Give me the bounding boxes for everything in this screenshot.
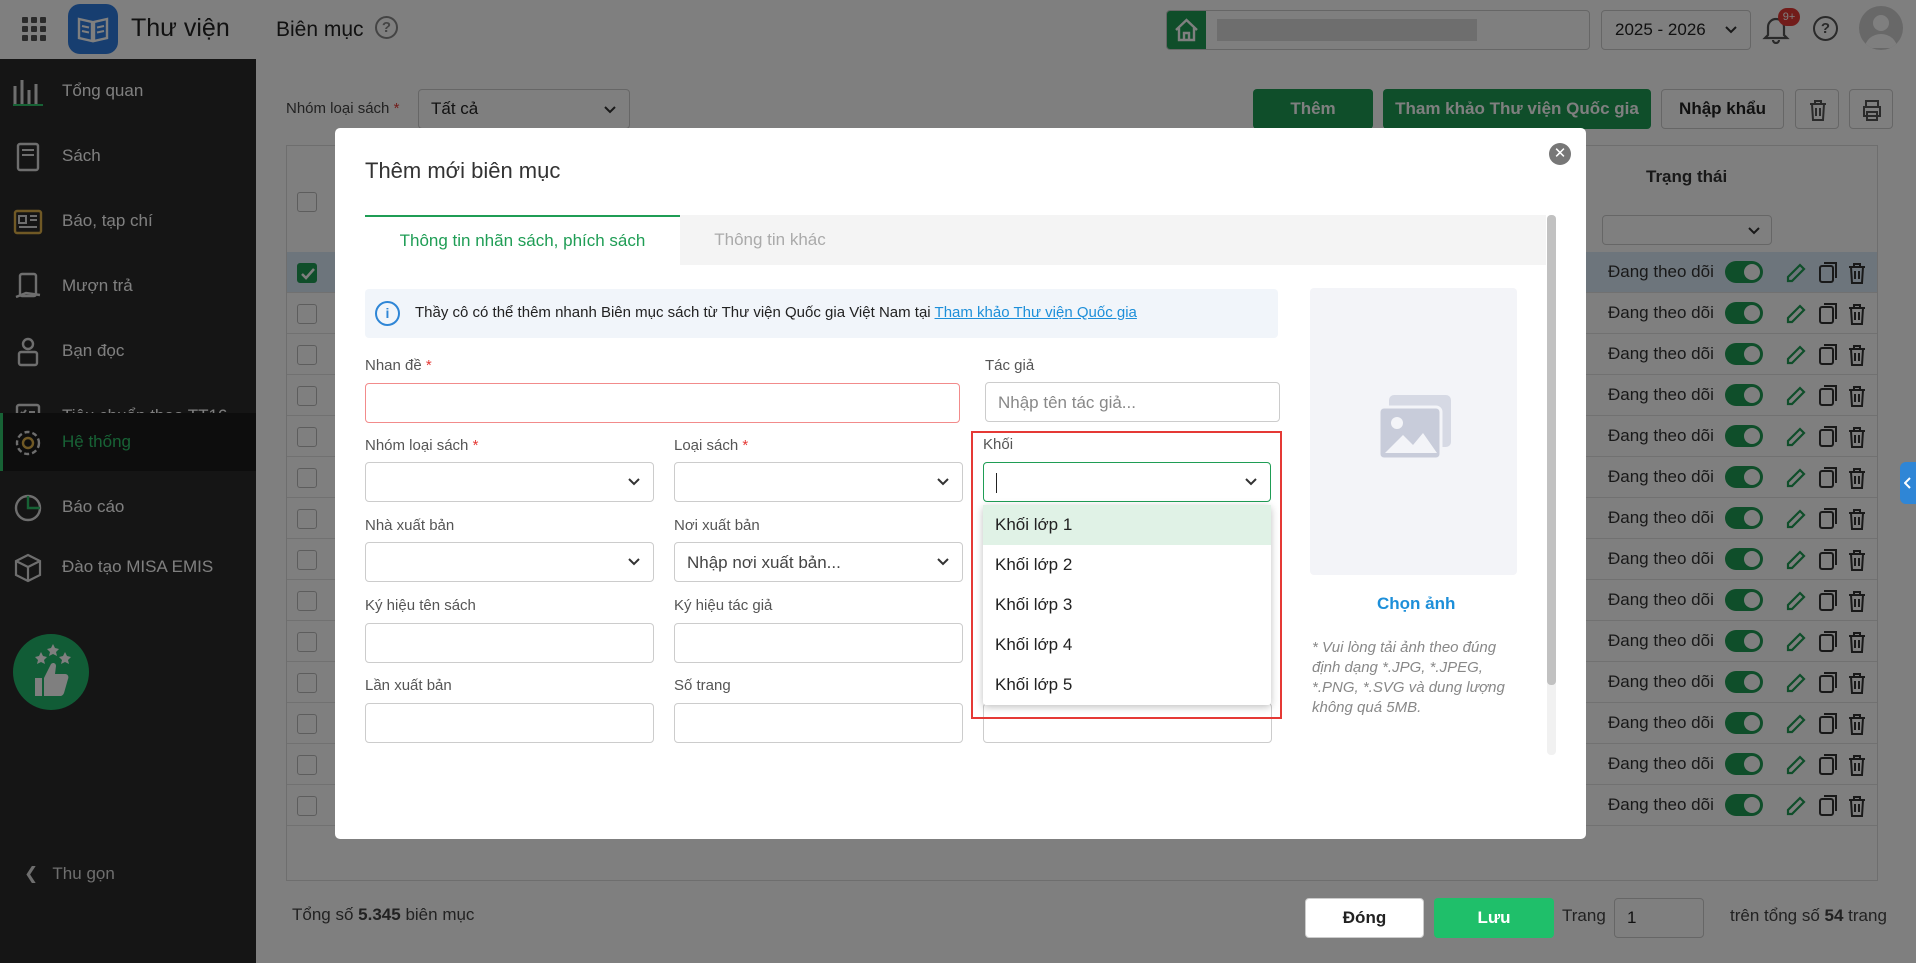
tab-label-info[interactable]: Thông tin nhãn sách, phích sách — [365, 215, 680, 265]
publisher-label: Nhà xuất bản — [365, 517, 455, 534]
author-symbol-input[interactable] — [674, 623, 963, 663]
close-button[interactable]: Đóng — [1305, 898, 1424, 938]
choose-image-link[interactable]: Chọn ảnh — [1377, 594, 1455, 614]
image-placeholder-icon — [1377, 395, 1451, 461]
author-input[interactable]: Nhập tên tác giả... — [985, 382, 1280, 422]
info-text: Thầy cô có thể thêm nhanh Biên mục sách … — [415, 304, 931, 321]
tab-other-info[interactable]: Thông tin khác — [680, 215, 860, 265]
author-symbol-label: Ký hiệu tác giả — [674, 597, 773, 614]
add-catalog-modal: Thêm mới biên mục ✕ Thông tin nhãn sách,… — [335, 128, 1586, 938]
close-icon[interactable]: ✕ — [1549, 143, 1571, 165]
grade-dropdown: Khối lớp 1 Khối lớp 2 Khối lớp 3 Khối lớ… — [983, 505, 1271, 705]
image-note: * Vui lòng tải ảnh theo đúng định dạng *… — [1312, 639, 1505, 716]
place-select[interactable]: Nhập nơi xuất bản... — [674, 542, 963, 582]
modal-title: Thêm mới biên mục — [365, 158, 561, 183]
chevron-left-icon — [1904, 477, 1911, 489]
modal-scrollbar[interactable] — [1547, 215, 1556, 755]
grade-option[interactable]: Khối lớp 4 — [983, 625, 1271, 665]
pages-input[interactable] — [674, 703, 963, 743]
author-label: Tác giả — [985, 357, 1035, 374]
chevron-down-icon — [628, 478, 640, 486]
chevron-down-icon — [628, 558, 640, 566]
text-cursor — [996, 473, 997, 493]
side-panel-toggle[interactable] — [1900, 462, 1916, 504]
type-select[interactable] — [674, 462, 963, 502]
info-banner: i Thầy cô có thể thêm nhanh Biên mục sác… — [365, 289, 1278, 338]
save-button[interactable]: Lưu — [1434, 898, 1554, 938]
grade-select[interactable] — [983, 462, 1271, 502]
book-symbol-label: Ký hiệu tên sách — [365, 597, 476, 614]
place-label: Nơi xuất bản — [674, 517, 760, 534]
chevron-down-icon — [937, 478, 949, 486]
grade-label: Khối — [983, 436, 1014, 453]
book-symbol-input[interactable] — [365, 623, 654, 663]
grade-option[interactable]: Khối lớp 2 — [983, 545, 1271, 585]
type-label: Loại sách * — [674, 437, 749, 454]
modal-tabs: Thông tin nhãn sách, phích sách Thông ti… — [365, 215, 1546, 265]
grade-option[interactable]: Khối lớp 1 — [983, 505, 1271, 545]
edition-label: Lần xuất bản — [365, 677, 452, 694]
title-label: Nhan đề * — [365, 357, 432, 374]
publisher-select[interactable] — [365, 542, 654, 582]
info-icon: i — [375, 301, 400, 326]
grade-option[interactable]: Khối lớp 5 — [983, 665, 1271, 705]
group-label: Nhóm loại sách * — [365, 437, 479, 454]
chevron-down-icon — [1245, 478, 1257, 486]
chevron-down-icon — [937, 558, 949, 566]
image-upload-area[interactable] — [1310, 288, 1517, 575]
group-select[interactable] — [365, 462, 654, 502]
grade-option[interactable]: Khối lớp 3 — [983, 585, 1271, 625]
pages-label: Số trang — [674, 677, 731, 694]
national-library-link[interactable]: Tham khảo Thư viện Quốc gia — [935, 304, 1137, 321]
edition-input[interactable] — [365, 703, 654, 743]
title-input[interactable] — [365, 383, 960, 423]
